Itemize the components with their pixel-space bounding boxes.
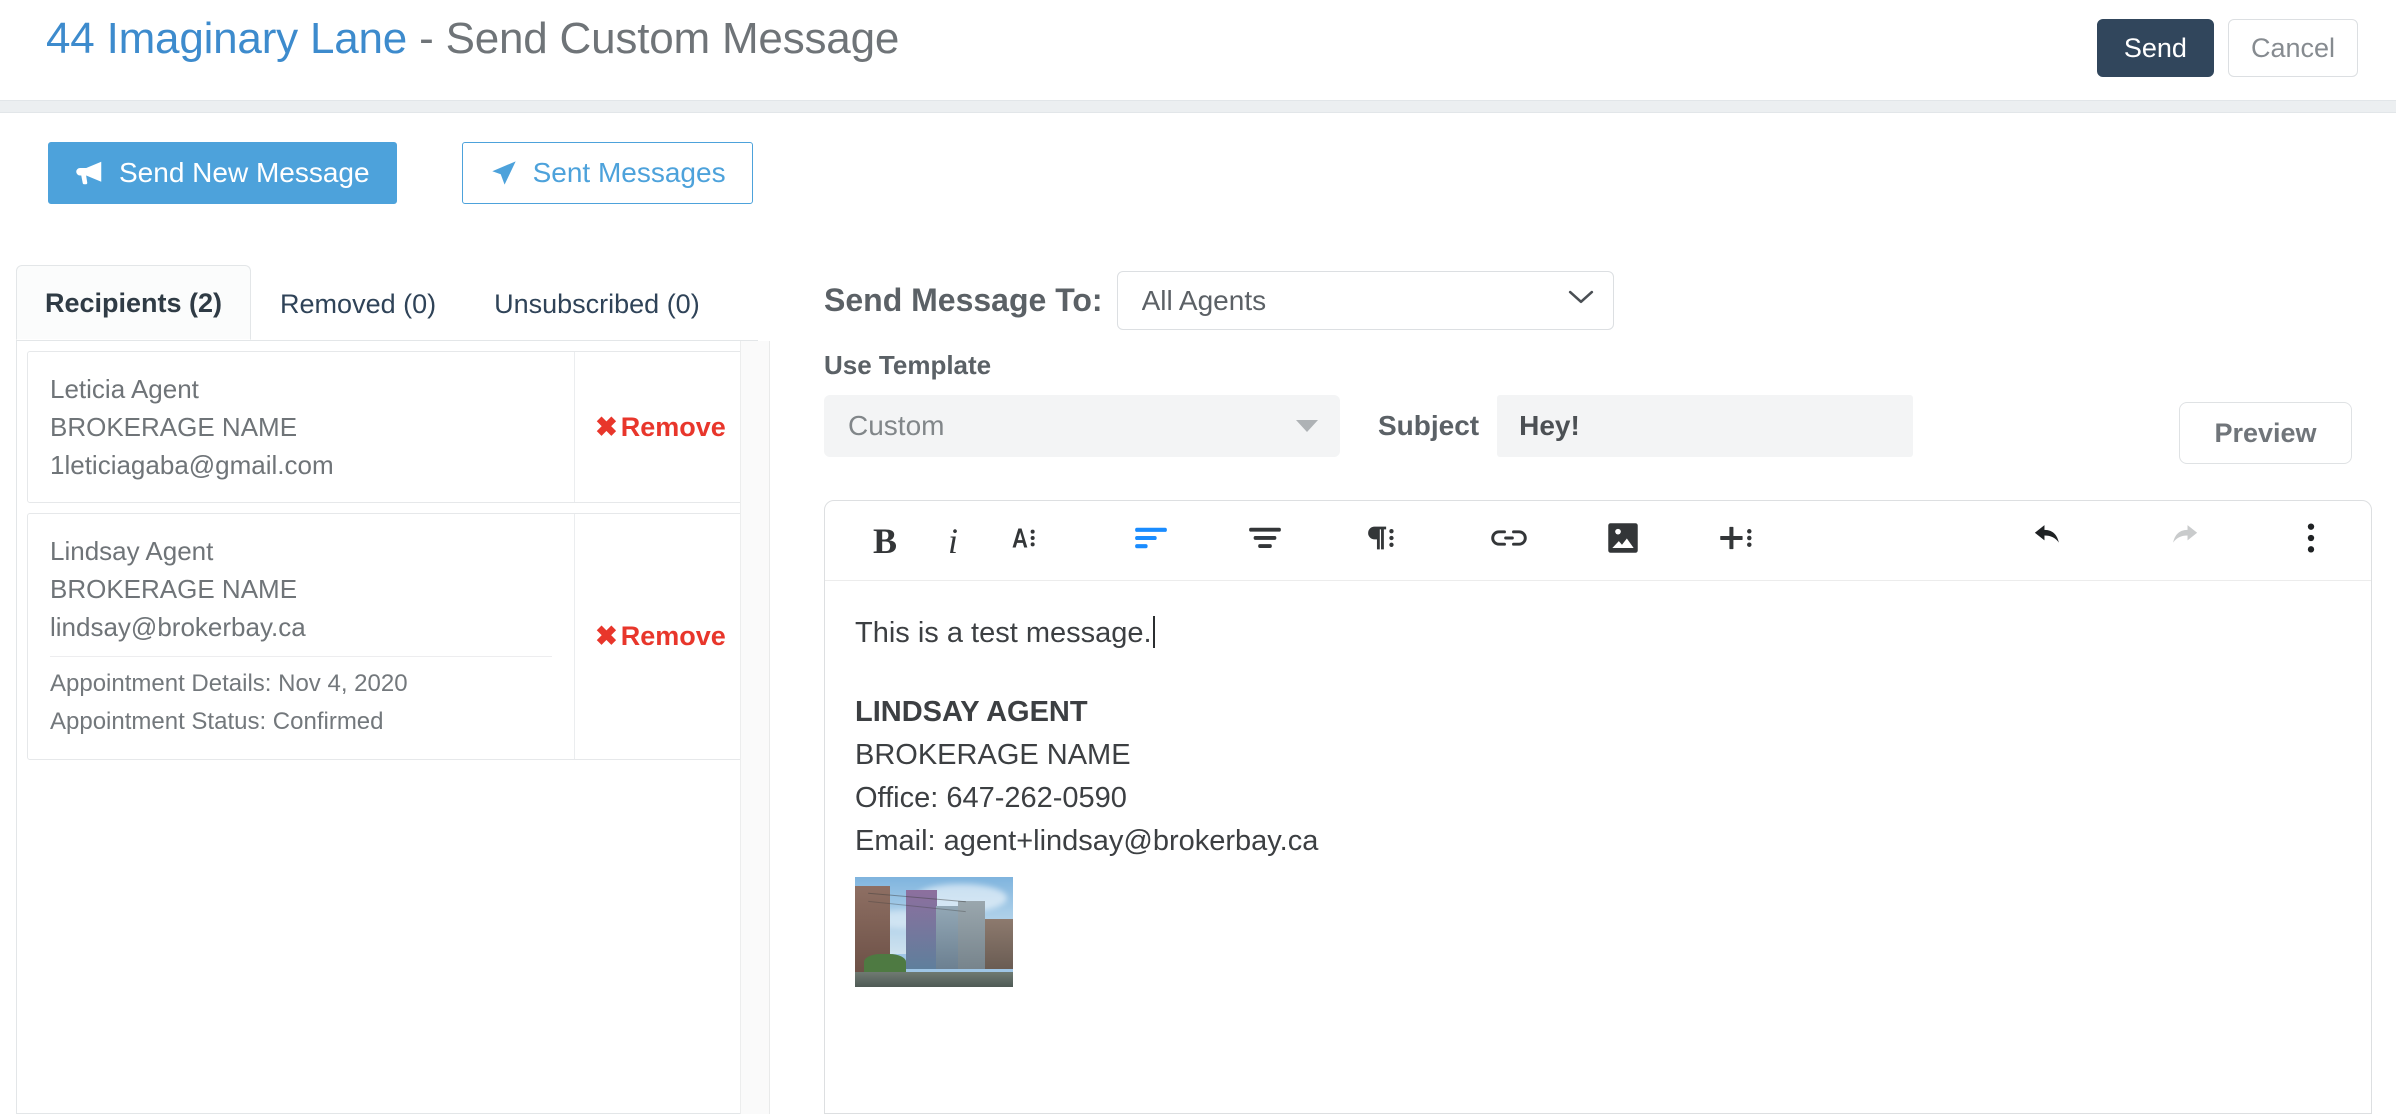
use-template-label: Use Template bbox=[824, 350, 992, 380]
recipient-remove-cell: ✖ Remove bbox=[574, 514, 746, 759]
link-icon bbox=[1491, 526, 1527, 555]
page-title: 44 Imaginary Lane - Send Custom Message bbox=[46, 14, 899, 64]
template-select[interactable]: Custom bbox=[824, 395, 1340, 457]
recipient-tabs: Recipients (2) Removed (0) Unsubscribed … bbox=[16, 265, 729, 340]
compose-panel: Send Message To: All Agents Use Template… bbox=[824, 270, 2374, 1114]
align-center-icon bbox=[1248, 525, 1282, 556]
italic-button[interactable]: i bbox=[919, 510, 987, 572]
page-title-action: - Send Custom Message bbox=[419, 14, 900, 63]
remove-recipient-button[interactable]: ✖ Remove bbox=[595, 621, 726, 652]
appointment-details: Appointment Details: Nov 4, 2020 bbox=[50, 670, 408, 697]
italic-icon: i bbox=[947, 520, 958, 561]
link-button[interactable] bbox=[1475, 510, 1543, 572]
recipients-list: Leticia Agent BROKERAGE NAME 1leticiagab… bbox=[16, 341, 758, 1114]
signature-name: LINDSAY AGENT bbox=[855, 696, 1088, 728]
recipient-brokerage: BROKERAGE NAME bbox=[50, 412, 298, 442]
plus-icon bbox=[1718, 521, 1756, 560]
page-header: 44 Imaginary Lane - Send Custom Message … bbox=[0, 0, 2396, 100]
x-icon: ✖ bbox=[595, 411, 618, 442]
message-body-paragraph: This is a test message. bbox=[855, 613, 2341, 653]
redo-icon bbox=[2162, 523, 2200, 558]
font-style-button[interactable] bbox=[987, 510, 1055, 572]
recipient-info: Lindsay Agent BROKERAGE NAME lindsay@bro… bbox=[28, 514, 574, 759]
message-body-text: This is a test message. bbox=[855, 617, 1152, 649]
page-title-address: 44 Imaginary Lane bbox=[46, 14, 408, 63]
panel-scroll-rail[interactable] bbox=[740, 341, 770, 1114]
undo-icon bbox=[2032, 523, 2070, 558]
send-to-label: Send Message To: bbox=[824, 281, 1103, 318]
recipient-name: Leticia Agent bbox=[50, 374, 199, 404]
recipient-email: 1leticiagaba@gmail.com bbox=[50, 450, 334, 480]
template-select-value: Custom bbox=[848, 410, 945, 441]
street-shape bbox=[855, 971, 1013, 987]
editor-more-button[interactable] bbox=[2277, 510, 2345, 572]
subject-label: Subject bbox=[1378, 410, 1480, 441]
sent-messages-button[interactable]: Sent Messages bbox=[461, 142, 753, 204]
paper-plane-icon bbox=[489, 159, 519, 187]
message-editor: B i This is a test message. LINDSAY AGEN… bbox=[824, 500, 2372, 1114]
remove-recipient-button[interactable]: ✖ Remove bbox=[595, 412, 726, 443]
align-left-icon bbox=[1134, 525, 1168, 556]
font-icon bbox=[1003, 521, 1039, 560]
undo-button[interactable] bbox=[2017, 510, 2085, 572]
appointment-info: Appointment Details: Nov 4, 2020 Appoint… bbox=[50, 656, 552, 741]
cancel-button[interactable]: Cancel bbox=[2227, 19, 2358, 77]
recipient-card: Leticia Agent BROKERAGE NAME 1leticiagab… bbox=[27, 351, 747, 503]
remove-label: Remove bbox=[620, 621, 726, 651]
paragraph-icon bbox=[1362, 521, 1396, 560]
header-actions: Send Cancel bbox=[2096, 19, 2358, 77]
building-shape bbox=[984, 918, 1013, 970]
signature-image bbox=[855, 877, 1013, 987]
header-divider bbox=[0, 100, 2396, 113]
insert-image-button[interactable] bbox=[1589, 510, 1657, 572]
caret-down-icon bbox=[1296, 420, 1318, 432]
more-vertical-icon bbox=[2305, 521, 2317, 560]
signature-block: LINDSAY AGENT BROKERAGE NAME Office: 647… bbox=[855, 691, 2341, 987]
message-mode-buttons: Send New Message Sent Messages bbox=[48, 142, 753, 204]
send-new-message-label: Send New Message bbox=[119, 157, 370, 188]
text-cursor bbox=[1152, 616, 1155, 648]
send-new-message-button[interactable]: Send New Message bbox=[48, 142, 397, 204]
recipients-panel: Recipients (2) Removed (0) Unsubscribed … bbox=[0, 265, 770, 1114]
tab-unsubscribed[interactable]: Unsubscribed (0) bbox=[465, 266, 729, 340]
preview-button[interactable]: Preview bbox=[2179, 402, 2352, 464]
image-icon bbox=[1607, 521, 1639, 560]
signature-office: Office: 647-262-0590 bbox=[855, 782, 1127, 814]
insert-more-button[interactable] bbox=[1703, 510, 1771, 572]
subject-input[interactable] bbox=[1497, 395, 1914, 457]
send-button[interactable]: Send bbox=[2096, 19, 2214, 77]
align-left-button[interactable] bbox=[1117, 510, 1185, 572]
bullhorn-icon bbox=[75, 160, 105, 186]
template-subject-row: Custom Subject bbox=[824, 395, 2374, 457]
paragraph-button[interactable] bbox=[1345, 510, 1413, 572]
tab-recipients[interactable]: Recipients (2) bbox=[16, 265, 252, 340]
message-body[interactable]: This is a test message. LINDSAY AGENT BR… bbox=[825, 581, 2371, 987]
recipient-brokerage: BROKERAGE NAME bbox=[50, 574, 298, 604]
recipient-info: Leticia Agent BROKERAGE NAME 1leticiagab… bbox=[28, 352, 574, 502]
redo-button[interactable] bbox=[2147, 510, 2215, 572]
send-to-row: Send Message To: All Agents bbox=[824, 270, 2374, 330]
signature-brokerage: BROKERAGE NAME bbox=[855, 739, 1131, 771]
send-custom-message-page: 44 Imaginary Lane - Send Custom Message … bbox=[0, 0, 2396, 1114]
building-shape bbox=[905, 890, 938, 970]
editor-toolbar: B i bbox=[825, 501, 2371, 581]
signature-email: Email: agent+lindsay@brokerbay.ca bbox=[855, 825, 1319, 857]
recipient-card: Lindsay Agent BROKERAGE NAME lindsay@bro… bbox=[27, 513, 747, 760]
recipient-email: lindsay@brokerbay.ca bbox=[50, 612, 306, 642]
recipient-group-select[interactable]: All Agents bbox=[1116, 270, 1614, 330]
remove-label: Remove bbox=[620, 411, 726, 442]
recipient-group-select-wrap: All Agents bbox=[1116, 270, 1614, 330]
recipient-remove-cell: ✖ Remove bbox=[574, 352, 746, 502]
sent-messages-label: Sent Messages bbox=[532, 157, 726, 188]
building-shape bbox=[935, 905, 960, 970]
appointment-status: Appointment Status: Confirmed bbox=[50, 708, 384, 735]
align-center-button[interactable] bbox=[1231, 510, 1299, 572]
tab-removed[interactable]: Removed (0) bbox=[251, 266, 465, 340]
x-icon: ✖ bbox=[595, 621, 618, 651]
bold-button[interactable]: B bbox=[851, 510, 919, 572]
recipient-name: Lindsay Agent bbox=[50, 536, 214, 566]
bold-icon: B bbox=[872, 520, 897, 561]
